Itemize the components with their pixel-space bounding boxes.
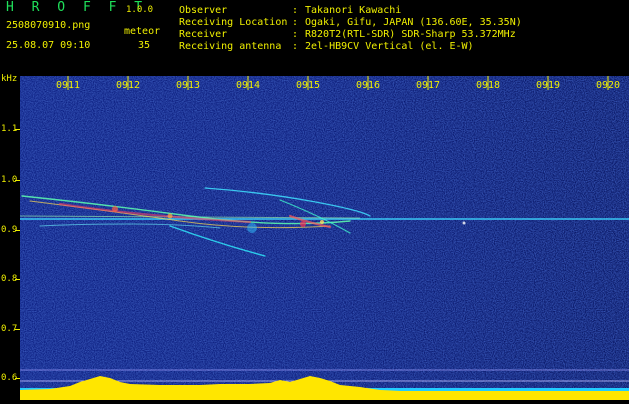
datetime: 25.08.07 09:10 — [6, 40, 91, 51]
info-key-observer: Observer — [179, 5, 228, 16]
info-sep: : — [292, 17, 299, 28]
filename: 2508070910.png — [6, 20, 91, 31]
app-version: 1.0.0 — [126, 5, 154, 15]
header: H R O F F T 1.0.0 2508070910.png meteor … — [0, 0, 629, 76]
x-tick-label: 0911 — [56, 80, 80, 91]
x-tick-label: 0918 — [476, 80, 500, 91]
y-unit-label: kHz — [1, 74, 18, 84]
spectrogram-canvas: 0911 0912 0913 0914 0915 0916 0917 0918 … — [19, 76, 629, 400]
info-key-location: Receiving Location — [179, 17, 288, 28]
meteor-count: 35 — [138, 40, 151, 51]
x-tick-label: 0916 — [356, 80, 380, 91]
x-tick-label: 0914 — [236, 80, 260, 91]
info-value-receiver: R820T2(RTL-SDR) SDR-Sharp 53.372MHz — [305, 29, 516, 40]
x-tick-label: 0915 — [296, 80, 320, 91]
x-tick-label: 0919 — [536, 80, 560, 91]
info-value-observer: Takanori Kawachi — [305, 5, 402, 16]
info-sep: : — [292, 29, 299, 40]
info-value-location: Ogaki, Gifu, JAPAN (136.60E, 35.35N) — [305, 17, 522, 28]
x-tick-label: 0920 — [596, 80, 620, 91]
x-tick-label: 0912 — [116, 80, 140, 91]
x-tick-label: 0913 — [176, 80, 200, 91]
info-value-antenna: 2el-HB9CV Vertical (el. E-W) — [305, 41, 474, 52]
info-key-receiver: Receiver — [179, 29, 228, 40]
info-key-antenna: Receiving antenna — [179, 41, 282, 52]
meteor-label: meteor — [124, 26, 161, 37]
spectrogram: 0911 0912 0913 0914 0915 0916 0917 0918 … — [19, 76, 629, 400]
info-sep: : — [292, 41, 299, 52]
x-tick-label: 0917 — [416, 80, 440, 91]
info-sep: : — [292, 5, 299, 16]
noise-texture — [20, 76, 629, 400]
